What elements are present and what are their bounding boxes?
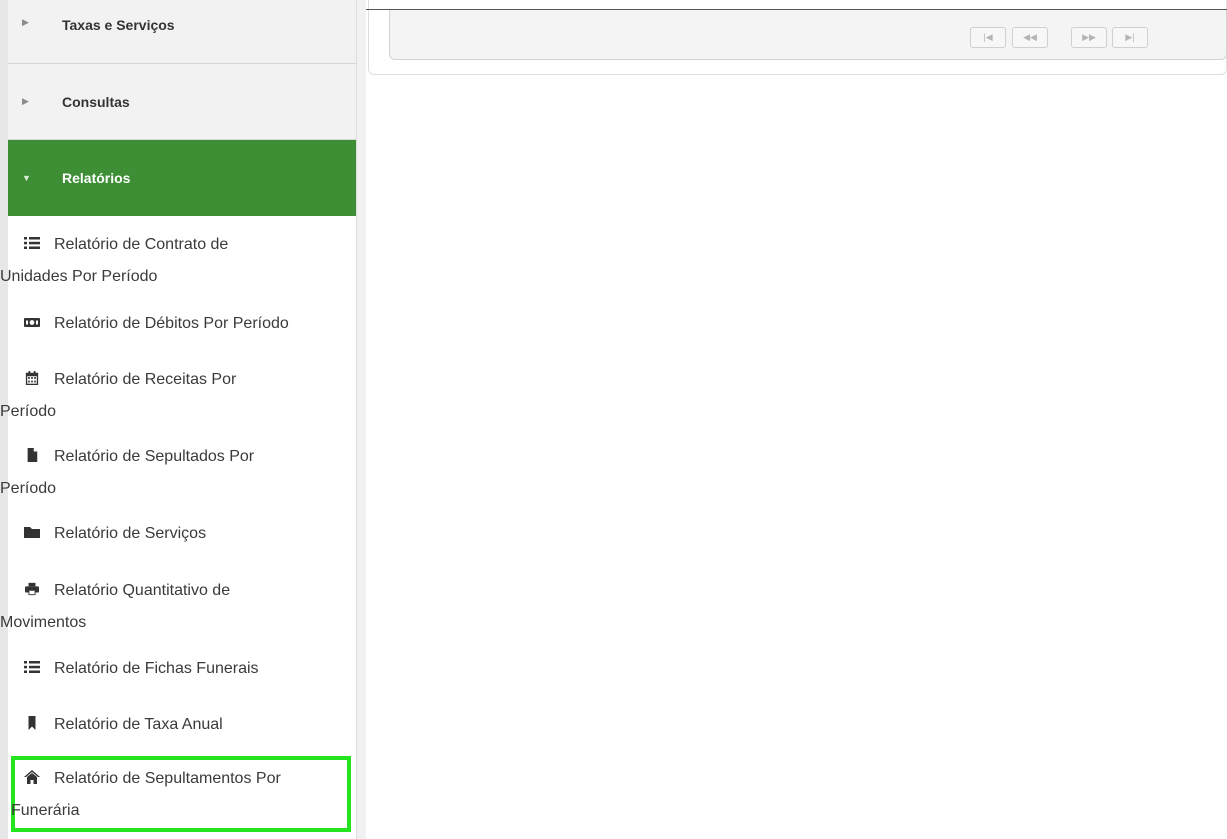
report-fichas-funerais[interactable]: Relatório de Fichas Funerais bbox=[18, 653, 348, 685]
money-bill-icon bbox=[24, 315, 40, 329]
report-label: Relatório de Sepultamentos Por bbox=[54, 770, 281, 787]
list-icon bbox=[24, 660, 40, 674]
report-servicos[interactable]: Relatório de Serviços bbox=[18, 518, 348, 550]
pager-next-button[interactable]: ▶▶ bbox=[1071, 27, 1107, 48]
pager-first-button[interactable]: |◀ bbox=[970, 27, 1006, 48]
menu-consultas-label: Consultas bbox=[62, 93, 130, 110]
report-receitas[interactable]: Relatório de Receitas Por Período bbox=[0, 364, 348, 428]
report-label: Relatório de Fichas Funerais bbox=[54, 660, 259, 677]
report-label-cont: Funerária bbox=[11, 802, 80, 819]
menu-consultas[interactable]: ▶ Consultas bbox=[8, 64, 356, 140]
report-quantitativo[interactable]: Relatório Quantitativo de Movimentos bbox=[0, 575, 348, 639]
report-label: Relatório de Receitas Por bbox=[54, 371, 237, 388]
sidebar: ▶ Taxas e Serviços ▶ Consultas ▼ Relatór… bbox=[0, 0, 366, 839]
report-sepultados[interactable]: Relatório de Sepultados Por Período bbox=[0, 441, 348, 505]
caret-down-icon: ▼ bbox=[22, 173, 31, 183]
report-label-cont: Período bbox=[0, 480, 57, 497]
report-label-cont: Movimentos bbox=[0, 614, 87, 631]
print-icon bbox=[24, 582, 40, 596]
pager-bar: |◀ ◀◀ ▶▶ ▶| bbox=[389, 10, 1227, 60]
app-window: ▶ Taxas e Serviços ▶ Consultas ▼ Relatór… bbox=[0, 0, 1227, 839]
folder-icon bbox=[24, 525, 40, 539]
list-icon bbox=[24, 236, 40, 250]
report-label: Relatório de Sepultados Por bbox=[54, 448, 255, 465]
menu-taxas-e-servicos[interactable]: ▶ Taxas e Serviços bbox=[8, 0, 356, 64]
menu-relatorios-label: Relatórios bbox=[62, 170, 131, 186]
home-icon bbox=[24, 770, 40, 784]
sidebar-scrollbar[interactable] bbox=[356, 0, 366, 839]
report-label: Relatório de Taxa Anual bbox=[54, 716, 223, 733]
menu-taxas-label: Taxas e Serviços bbox=[62, 17, 175, 33]
report-label: Relatório de Contrato de bbox=[54, 236, 229, 253]
report-sepultamentos-funeraria[interactable]: Relatório de Sepultamentos Por Funerária bbox=[11, 756, 351, 832]
pager-last-button[interactable]: ▶| bbox=[1112, 27, 1148, 48]
pager-prev-button[interactable]: ◀◀ bbox=[1012, 27, 1048, 48]
caret-right-icon: ▶ bbox=[22, 96, 29, 106]
report-debitos[interactable]: Relatório de Débitos Por Período bbox=[18, 308, 348, 340]
report-label: Relatório de Serviços bbox=[54, 525, 207, 542]
report-taxa-anual[interactable]: Relatório de Taxa Anual bbox=[18, 709, 348, 741]
caret-right-icon: ▶ bbox=[22, 17, 29, 27]
report-contrato-unidades[interactable]: Relatório de Contrato de Unidades Por Pe… bbox=[0, 229, 348, 293]
report-label-cont: Unidades Por Período bbox=[0, 268, 158, 285]
menu-relatorios[interactable]: ▼ Relatórios bbox=[8, 140, 356, 216]
bookmark-icon bbox=[24, 716, 40, 730]
calendar-icon bbox=[24, 371, 40, 385]
report-label-cont: Período bbox=[0, 403, 57, 420]
report-label: Relatório Quantitativo de bbox=[54, 582, 231, 599]
file-icon bbox=[24, 448, 40, 462]
report-label: Relatório de Débitos Por Período bbox=[54, 315, 289, 332]
